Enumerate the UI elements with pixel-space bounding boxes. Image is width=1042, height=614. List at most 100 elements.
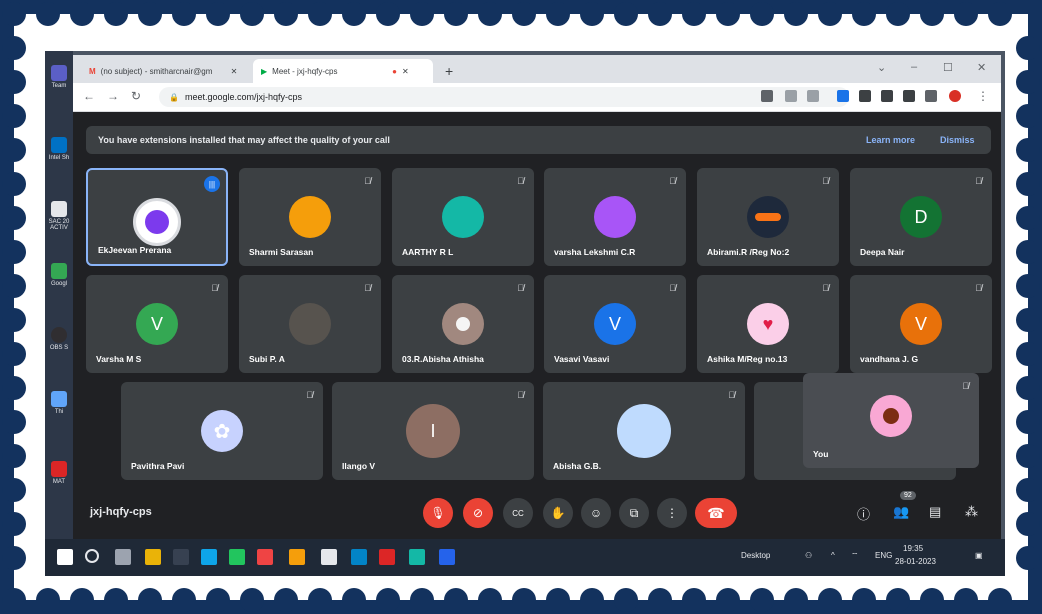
hand-icon: ✋ bbox=[550, 506, 566, 520]
people-button[interactable]: 👥 bbox=[893, 504, 909, 520]
opera-icon[interactable] bbox=[379, 549, 395, 565]
search-icon[interactable] bbox=[85, 549, 99, 563]
participant-tile[interactable]: D 🎙̸ Deepa Nair bbox=[850, 168, 992, 266]
scallop-dot bbox=[750, 588, 774, 612]
emoji-icon: ☺ bbox=[589, 506, 603, 520]
maximize-icon[interactable]: ☐ bbox=[943, 61, 953, 74]
scallop-dot bbox=[308, 588, 332, 612]
media-icon[interactable] bbox=[257, 549, 273, 565]
close-tab-icon[interactable]: ✕ bbox=[231, 67, 238, 76]
mail-icon[interactable] bbox=[321, 549, 337, 565]
share-icon[interactable] bbox=[785, 90, 797, 102]
reactions-button[interactable]: ☺ bbox=[581, 498, 611, 528]
participant-tile[interactable]: V 🎙̸ Vasavi Vasavi bbox=[544, 275, 686, 373]
word-ext-icon[interactable] bbox=[837, 90, 849, 102]
participant-tile[interactable]: 🎙̸ Subi P. A bbox=[239, 275, 381, 373]
zoom-icon[interactable] bbox=[439, 549, 455, 565]
chat-button[interactable]: ▤ bbox=[929, 504, 941, 520]
desktop-toolbar-label[interactable]: Desktop bbox=[741, 551, 770, 560]
chrome-icon[interactable] bbox=[289, 549, 305, 565]
scallop-dot bbox=[648, 588, 672, 612]
desktop-icon-intel[interactable]: Intel Sh bbox=[47, 137, 71, 161]
scallop-dot bbox=[784, 588, 808, 612]
mic-off-icon: 🎙̸ bbox=[364, 176, 371, 186]
scallop-dot bbox=[2, 2, 26, 26]
participant-tile[interactable]: ||| EkJeevan Prerana bbox=[86, 168, 228, 266]
captions-button[interactable]: CC bbox=[503, 498, 533, 528]
chevron-up-icon[interactable]: ^ bbox=[831, 551, 835, 560]
scallop-dot bbox=[2, 588, 26, 612]
tab-meet[interactable]: ▶ Meet - jxj-hqfy-cps ● ✕ bbox=[253, 59, 433, 83]
scallop-dot bbox=[1016, 240, 1040, 264]
learn-more-link[interactable]: Learn more bbox=[866, 135, 915, 145]
close-window-icon[interactable]: ✕ bbox=[977, 61, 986, 74]
store-icon[interactable] bbox=[201, 549, 217, 565]
desktop-icon-sac[interactable]: SAC 20 ACTIV bbox=[47, 201, 71, 231]
reload-icon[interactable]: ↻ bbox=[131, 89, 141, 103]
present-button[interactable]: ⧉ bbox=[619, 498, 649, 528]
activities-button[interactable]: ⁂ bbox=[965, 504, 978, 520]
calendar-app-icon[interactable] bbox=[229, 549, 245, 565]
avatar bbox=[442, 303, 484, 345]
participant-tile[interactable]: V 🎙̸ Varsha M S bbox=[86, 275, 228, 373]
task-view-icon[interactable] bbox=[115, 549, 131, 565]
desktop-icon-obs[interactable]: OBS S bbox=[47, 327, 71, 351]
desktop-icon-teams[interactable]: Team bbox=[47, 65, 71, 89]
minimize-icon[interactable]: – bbox=[911, 61, 917, 73]
mic-toggle-button[interactable]: 🎙 bbox=[423, 498, 453, 528]
tab-gmail[interactable]: M (no subject) - smitharcnair@gm ✕ bbox=[81, 59, 251, 83]
participant-tile[interactable]: ♥ 🎙̸ Ashika M/Reg no.13 bbox=[697, 275, 839, 373]
avatar bbox=[747, 196, 789, 238]
avatar bbox=[442, 196, 484, 238]
meeting-details-button[interactable]: ⓘ bbox=[857, 504, 870, 523]
profile-avatar[interactable] bbox=[949, 90, 961, 102]
notepad-icon[interactable] bbox=[173, 549, 189, 565]
scallop-dot bbox=[1016, 308, 1040, 332]
notifications-icon[interactable]: ▣ bbox=[975, 551, 983, 560]
new-tab-button[interactable]: + bbox=[437, 59, 459, 83]
desktop-icon-this-pc[interactable]: Thi bbox=[47, 391, 71, 415]
scallop-dot bbox=[2, 376, 26, 400]
menu-kebab-icon[interactable]: ⋮ bbox=[977, 89, 989, 103]
scallop-dot bbox=[138, 588, 162, 612]
participant-tile[interactable]: 🎙̸ 03.R.Abisha Athisha bbox=[392, 275, 534, 373]
edge-icon[interactable] bbox=[351, 549, 367, 565]
forward-icon[interactable]: → bbox=[107, 89, 119, 103]
more-options-button[interactable]: ⋮ bbox=[657, 498, 687, 528]
raise-hand-button[interactable]: ✋ bbox=[543, 498, 573, 528]
desktop-icon-google[interactable]: Googl bbox=[47, 263, 71, 287]
camera-toggle-button[interactable]: ⊘ bbox=[463, 498, 493, 528]
end-call-button[interactable]: ☎ bbox=[695, 498, 737, 528]
dismiss-button[interactable]: Dismiss bbox=[940, 135, 975, 145]
desktop-icon-matlab[interactable]: MAT bbox=[47, 461, 71, 485]
ext-icon[interactable] bbox=[859, 90, 871, 102]
participant-tile[interactable]: I 🎙̸ Ilango V bbox=[332, 382, 534, 480]
participant-tile[interactable]: 🎙̸ Sharmi Sarasan bbox=[239, 168, 381, 266]
maps-icon[interactable] bbox=[409, 549, 425, 565]
close-tab-icon[interactable]: ✕ bbox=[402, 67, 409, 76]
participant-tile[interactable]: 🎙̸ Abisha G.B. bbox=[543, 382, 745, 480]
network-icon[interactable]: ⌔ bbox=[851, 551, 859, 561]
scallop-dot bbox=[852, 2, 876, 26]
camera-ext-icon[interactable] bbox=[761, 90, 773, 102]
language-indicator[interactable]: ENG bbox=[875, 551, 892, 560]
star-icon[interactable] bbox=[807, 90, 819, 102]
participant-tile[interactable]: ✿ 🎙̸ Pavithra Pavi bbox=[121, 382, 323, 480]
self-view-tile[interactable]: 🎙̸ You bbox=[803, 373, 979, 468]
people-tray-icon[interactable]: ⚇ bbox=[805, 551, 812, 560]
puzzle-icon[interactable] bbox=[903, 90, 915, 102]
participant-tile[interactable]: 🎙̸ varsha Lekshmi C.R bbox=[544, 168, 686, 266]
start-icon[interactable] bbox=[57, 549, 73, 565]
participant-tile[interactable]: V 🎙̸ vandhana J. G bbox=[850, 275, 992, 373]
mic-off-icon: 🎙̸ bbox=[975, 176, 982, 186]
url-field[interactable]: 🔒 meet.google.com/jxj-hqfy-cps bbox=[159, 87, 849, 107]
back-icon[interactable]: ← bbox=[83, 89, 95, 103]
participant-tile[interactable]: 🎙̸ AARTHY R L bbox=[392, 168, 534, 266]
participant-tile[interactable]: 🎙̸ Abirami.R /Reg No:2 bbox=[697, 168, 839, 266]
tab-search-icon[interactable]: ⌄ bbox=[877, 61, 886, 74]
sidepanel-icon[interactable] bbox=[925, 90, 937, 102]
activities-icon: ⁂ bbox=[965, 504, 978, 519]
file-explorer-icon[interactable] bbox=[145, 549, 161, 565]
ext-icon[interactable] bbox=[881, 90, 893, 102]
mic-off-icon: 🎙̸ bbox=[822, 176, 829, 186]
